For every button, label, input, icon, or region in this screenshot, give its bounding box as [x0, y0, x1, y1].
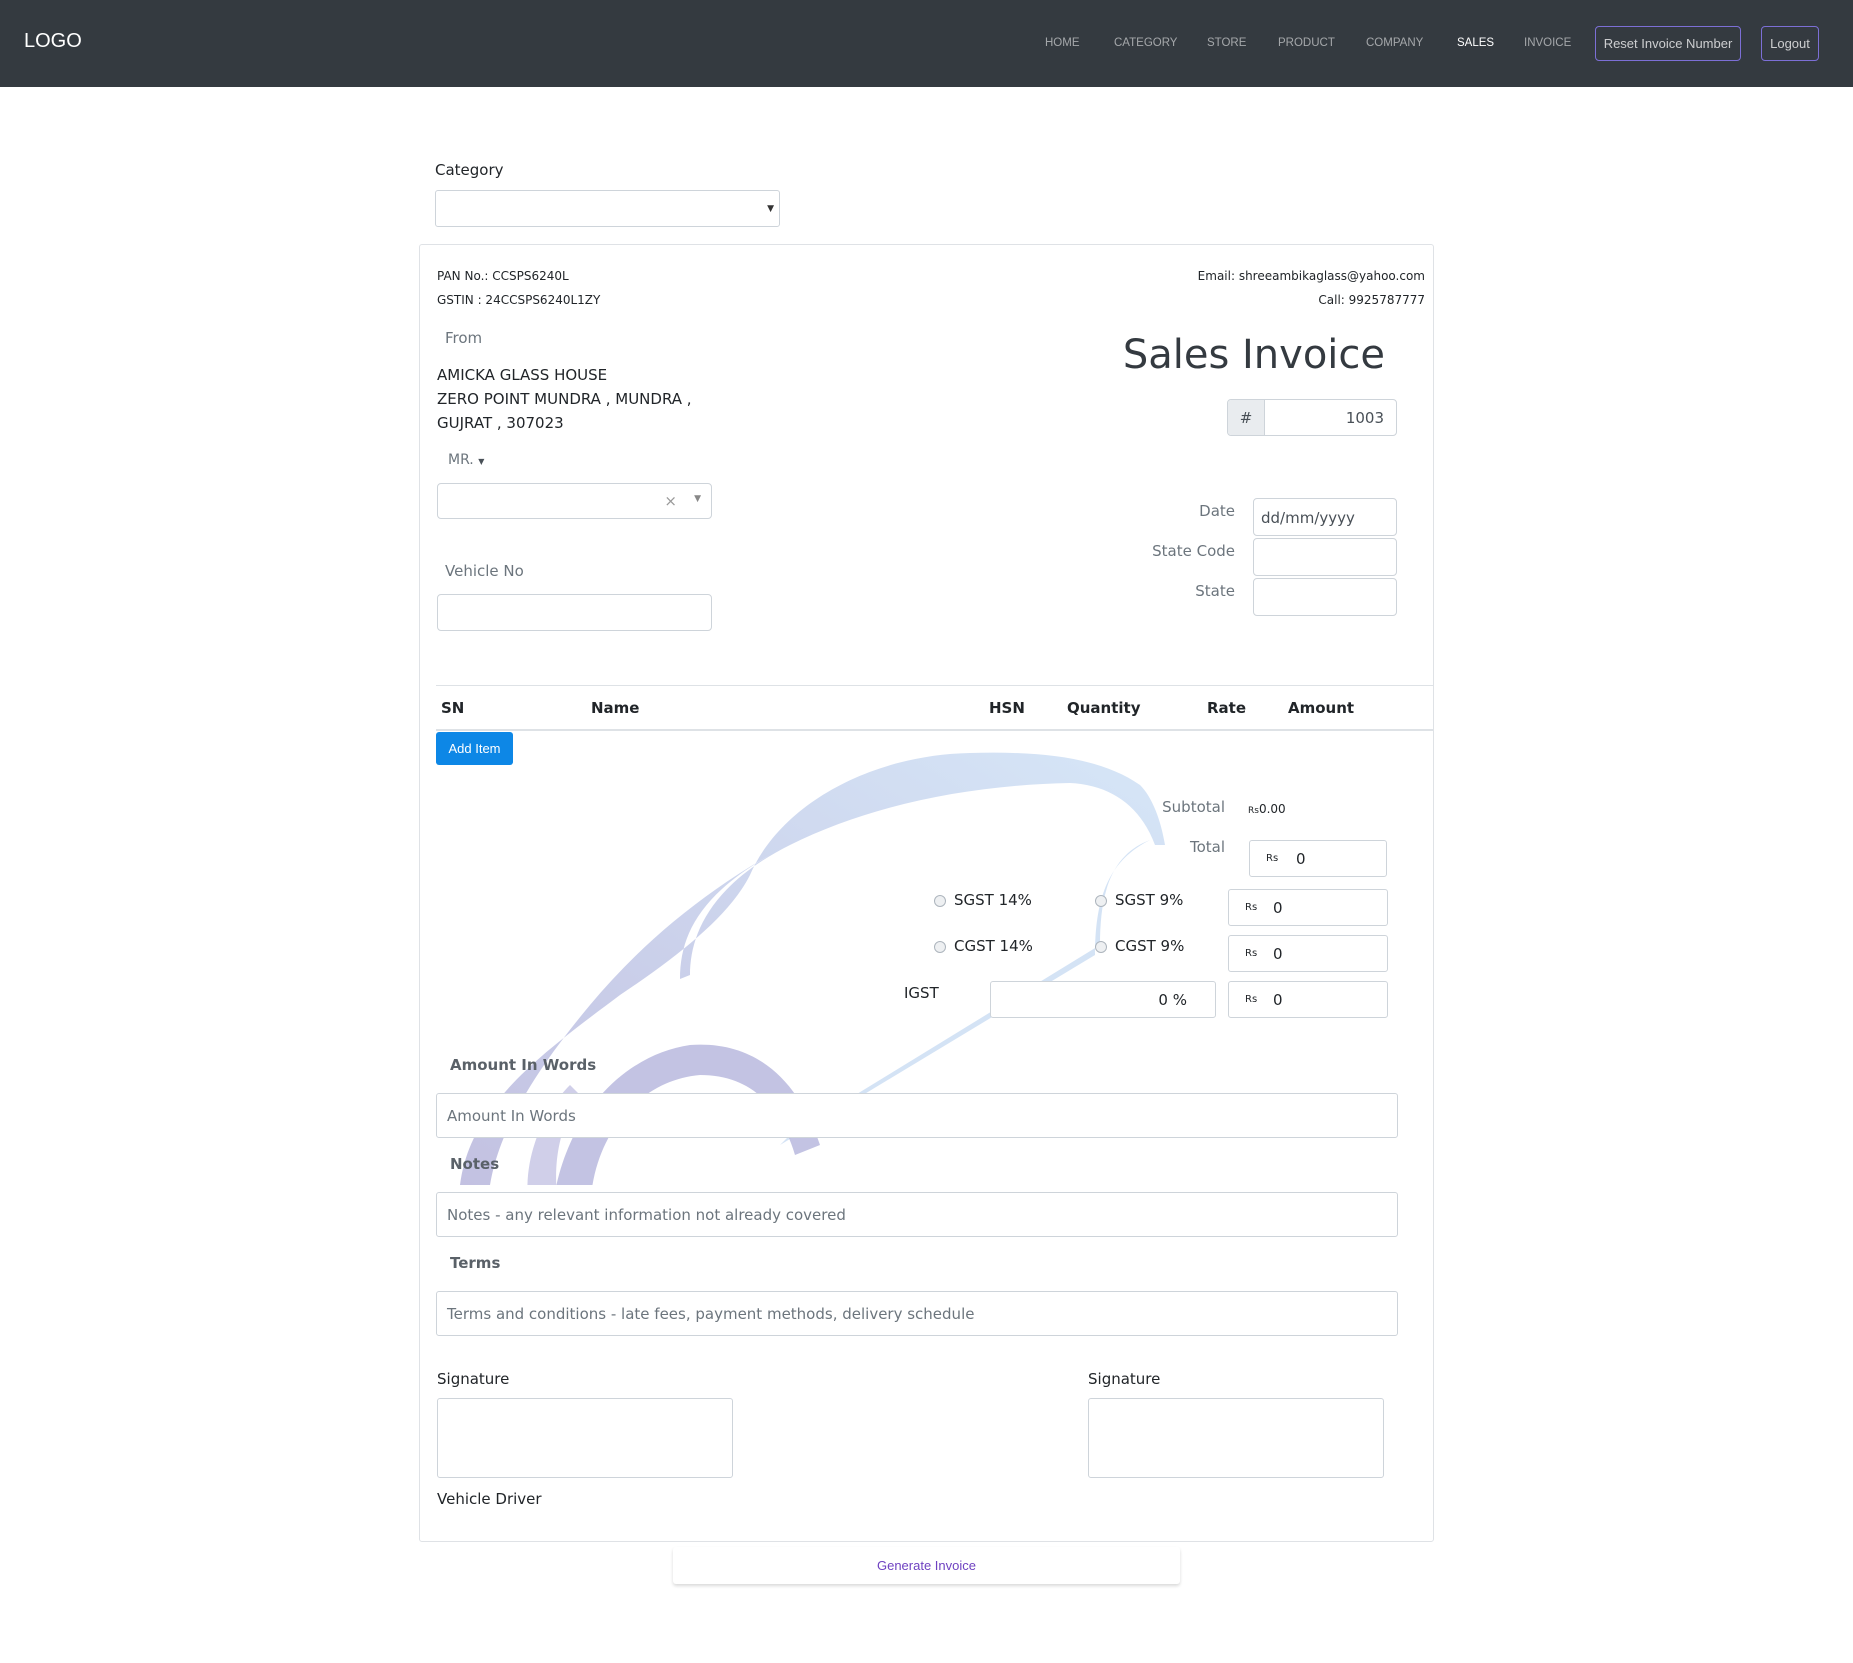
sgst-9-radio[interactable]	[1095, 895, 1107, 907]
state-code-input[interactable]	[1253, 538, 1397, 576]
pan-number: PAN No.: CCSPS6240L	[437, 269, 569, 283]
sgst-14-radio[interactable]	[934, 895, 946, 907]
logo[interactable]: LOGO	[24, 30, 82, 53]
category-label: Category	[435, 161, 504, 179]
cgst-9-radio[interactable]	[1095, 941, 1107, 953]
subtotal-value: Rs0.00	[1248, 802, 1286, 816]
nav-product[interactable]: PRODUCT	[1278, 37, 1335, 49]
signature-left-label: Signature	[437, 1370, 510, 1388]
terms-placeholder: Terms and conditions - late fees, paymen…	[447, 1305, 975, 1323]
cgst-value: 0	[1273, 945, 1283, 963]
igst-percent: 0 %	[1158, 991, 1187, 1009]
igst-value: 0	[1273, 991, 1283, 1009]
signature-right-label: Signature	[1088, 1370, 1161, 1388]
state-input[interactable]	[1253, 578, 1397, 616]
customer-select[interactable]: × ▼	[437, 483, 712, 519]
currency-label: Rs	[1266, 853, 1279, 864]
add-item-button[interactable]: Add Item	[436, 732, 513, 765]
top-navbar: LOGO HOME CATEGORY STORE PRODUCT COMPANY…	[0, 0, 1853, 87]
chevron-down-icon[interactable]: ▼	[694, 494, 701, 504]
salutation-dropdown[interactable]: MR. ▼	[448, 452, 484, 468]
from-address-line: ZERO POINT MUNDRA , MUNDRA ,	[437, 390, 692, 408]
salutation-value: MR.	[448, 452, 474, 468]
generate-invoice-button[interactable]: Generate Invoice	[673, 1547, 1180, 1584]
driver-signature-box[interactable]	[437, 1398, 733, 1478]
col-hsn: HSN	[989, 699, 1025, 717]
chevron-down-icon: ▼	[767, 204, 774, 214]
notes-label: Notes	[450, 1155, 500, 1173]
nav-company[interactable]: COMPANY	[1366, 37, 1423, 49]
from-address: AMICKA GLASS HOUSE ZERO POINT MUNDRA , M…	[437, 363, 692, 435]
amount-in-words-input[interactable]: Amount In Words	[436, 1093, 1398, 1138]
currency-label: Rs	[1248, 806, 1259, 816]
company-phone: Call: 9925787777	[1318, 293, 1425, 307]
cgst-amount-input[interactable]: Rs 0	[1228, 935, 1388, 972]
nav-invoice[interactable]: INVOICE	[1524, 37, 1571, 49]
from-company-name: AMICKA GLASS HOUSE	[437, 366, 608, 384]
currency-label: Rs	[1245, 948, 1258, 959]
invoice-title: Sales Invoice	[1122, 332, 1385, 378]
igst-percent-input[interactable]: 0 %	[990, 981, 1216, 1018]
invoice-number-input[interactable]: 1003	[1346, 409, 1384, 427]
col-amount: Amount	[1288, 699, 1355, 717]
total-label: Total	[1189, 838, 1225, 856]
sgst-14-label: SGST 14%	[954, 891, 1032, 909]
amount-in-words-label: Amount In Words	[450, 1056, 597, 1074]
from-city-line: GUJRAT , 307023	[437, 414, 564, 432]
col-rate: Rate	[1207, 699, 1247, 717]
igst-label: IGST	[904, 984, 939, 1002]
vehicle-no-input[interactable]	[437, 594, 712, 631]
amount-in-words-placeholder: Amount In Words	[447, 1107, 576, 1125]
igst-amount-input[interactable]: Rs 0	[1228, 981, 1388, 1018]
state-code-label: State Code	[1152, 542, 1235, 560]
nav-store[interactable]: STORE	[1207, 37, 1246, 49]
currency-label: Rs	[1245, 994, 1258, 1005]
items-table-header: SN Name HSN Quantity Rate Amount	[436, 685, 1433, 731]
hash-prefix: #	[1228, 400, 1265, 435]
nav-category[interactable]: CATEGORY	[1114, 37, 1177, 49]
authorized-signature-box[interactable]	[1088, 1398, 1384, 1478]
terms-label: Terms	[450, 1254, 501, 1272]
notes-placeholder: Notes - any relevant information not alr…	[447, 1206, 846, 1224]
from-label: From	[445, 329, 483, 347]
date-label: Date	[1199, 502, 1235, 520]
terms-input[interactable]: Terms and conditions - late fees, paymen…	[436, 1291, 1398, 1336]
chevron-down-icon: ▼	[478, 457, 485, 466]
subtotal-amount: 0.00	[1258, 802, 1286, 816]
currency-label: Rs	[1245, 902, 1258, 913]
vehicle-driver-caption: Vehicle Driver	[437, 1490, 542, 1508]
notes-input[interactable]: Notes - any relevant information not alr…	[436, 1192, 1398, 1237]
category-select[interactable]: ▼	[435, 190, 780, 227]
gstin-number: GSTIN : 24CCSPS6240L1ZY	[437, 293, 601, 307]
sgst-amount-input[interactable]: Rs 0	[1228, 889, 1388, 926]
sgst-9-label: SGST 9%	[1115, 891, 1184, 909]
total-input[interactable]: Rs 0	[1249, 840, 1387, 877]
clear-icon[interactable]: ×	[664, 492, 677, 510]
col-quantity: Quantity	[1067, 699, 1141, 717]
cgst-14-label: CGST 14%	[954, 937, 1033, 955]
total-value: 0	[1296, 850, 1306, 868]
state-label: State	[1195, 582, 1235, 600]
subtotal-label: Subtotal	[1162, 798, 1225, 816]
col-sn: SN	[441, 699, 465, 717]
company-email: Email: shreeambikaglass@yahoo.com	[1197, 269, 1425, 283]
logout-button[interactable]: Logout	[1761, 26, 1819, 61]
nav-sales[interactable]: SALES	[1457, 37, 1494, 49]
sgst-value: 0	[1273, 899, 1283, 917]
invoice-card: PAN No.: CCSPS6240L GSTIN : 24CCSPS6240L…	[419, 244, 1434, 1542]
nav-home[interactable]: HOME	[1045, 37, 1080, 49]
vehicle-no-label: Vehicle No	[445, 562, 524, 580]
date-input[interactable]: dd/mm/yyyy	[1253, 498, 1397, 536]
reset-invoice-number-button[interactable]: Reset Invoice Number	[1595, 26, 1741, 61]
invoice-number-group: # 1003	[1227, 399, 1397, 436]
cgst-14-radio[interactable]	[934, 941, 946, 953]
cgst-9-label: CGST 9%	[1115, 937, 1185, 955]
col-name: Name	[591, 699, 640, 717]
date-placeholder: dd/mm/yyyy	[1261, 509, 1355, 527]
